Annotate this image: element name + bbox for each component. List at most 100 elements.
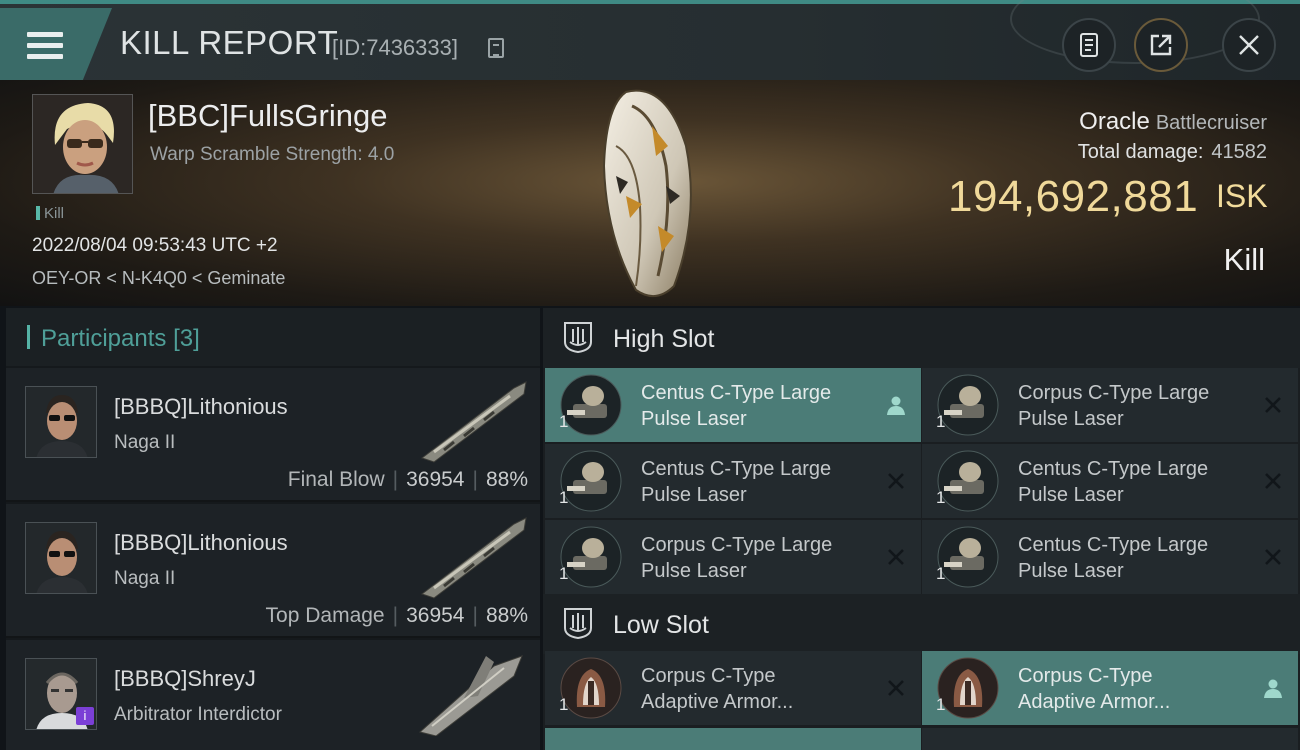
high-slot-header: High Slot xyxy=(543,308,1300,368)
close-button[interactable] xyxy=(1222,18,1276,72)
module-quantity: 1 xyxy=(936,488,946,507)
module-name-line-1: Centus C-Type Large xyxy=(1018,534,1209,556)
module-item[interactable]: 1 Centus C-Type Large Pulse Laser xyxy=(922,520,1298,594)
header-accent-bar xyxy=(27,325,30,349)
victim-ship[interactable]: Oracle Battlecruiser xyxy=(1079,108,1267,136)
module-name-line-1: Corpus C-Type xyxy=(1018,665,1153,687)
participants-title: Participants [3] xyxy=(41,325,200,353)
armor-hardener-icon xyxy=(560,657,622,719)
destroyed-x-icon xyxy=(888,549,904,565)
module-name-line-2: Pulse Laser xyxy=(1018,408,1124,430)
participant-row[interactable]: i [BBBQ]ShreyJ Arbitrator Interdictor xyxy=(6,640,540,750)
module-name-line-2: Pulse Laser xyxy=(641,560,747,582)
participant-damage-percent: 88% xyxy=(485,604,528,627)
module-name: Corpus C-Type Adaptive Armor... xyxy=(641,663,881,715)
module-item-partial[interactable] xyxy=(922,728,1298,750)
kill-summary-banner: [BBC]FullsGringe Warp Scramble Strength:… xyxy=(0,80,1300,306)
module-quantity: 1 xyxy=(559,564,569,583)
module-name: Centus C-Type Large Pulse Laser xyxy=(641,456,881,508)
module-quantity: 1 xyxy=(559,412,569,431)
participant-name[interactable]: [BBBQ]Lithonious xyxy=(114,530,288,556)
module-quantity: 1 xyxy=(559,488,569,507)
participant-avatar[interactable] xyxy=(25,522,97,594)
document-icon xyxy=(1080,33,1098,57)
participants-label: Participants xyxy=(41,325,167,352)
module-item[interactable]: 1 Centus C-Type Large Pulse Laser xyxy=(545,368,921,442)
module-name: Corpus C-Type Adaptive Armor... xyxy=(1018,663,1258,715)
module-name-line-2: Pulse Laser xyxy=(1018,560,1124,582)
low-slot-header: Low Slot xyxy=(543,594,1300,654)
pulse-laser-icon xyxy=(937,526,999,588)
destroyed-x-icon xyxy=(888,680,904,696)
kill-location[interactable]: OEY-OR < N-K4Q0 < Geminate xyxy=(32,268,285,289)
participant-stats: Final Blow | 36954 | 88% xyxy=(287,468,528,491)
kill-result-label: Kill xyxy=(1223,242,1265,277)
pulse-laser-icon xyxy=(560,450,622,512)
module-quantity: 1 xyxy=(936,412,946,431)
victim-name[interactable]: [BBC]FullsGringe xyxy=(148,98,387,134)
warp-scramble-strength: Warp Scramble Strength: 4.0 xyxy=(150,144,395,165)
module-name-line-2: Pulse Laser xyxy=(641,408,747,430)
module-name-line-2: Pulse Laser xyxy=(641,484,747,506)
final-blow-label: Final Blow xyxy=(287,468,385,491)
high-slot-title: High Slot xyxy=(613,325,715,353)
menu-button[interactable] xyxy=(0,8,112,80)
participants-count: [3] xyxy=(173,325,200,352)
participant-avatar[interactable] xyxy=(25,386,97,458)
dropped-person-icon xyxy=(887,396,905,415)
module-name-line-1: Centus C-Type Large xyxy=(1018,458,1209,480)
module-item[interactable]: 1 Corpus C-Type Large Pulse Laser xyxy=(922,368,1298,442)
module-quantity: 1 xyxy=(559,695,569,714)
pulse-laser-icon xyxy=(560,374,622,436)
copy-icon[interactable] xyxy=(488,38,504,58)
pulse-laser-icon xyxy=(560,526,622,588)
share-button[interactable] xyxy=(1134,18,1188,72)
module-item[interactable]: 1 Centus C-Type Large Pulse Laser xyxy=(922,444,1298,518)
kill-tag: Kill xyxy=(36,205,64,222)
isk-value: 194,692,881 xyxy=(948,172,1199,221)
report-id: [ID:7436333] xyxy=(332,35,458,60)
participant-name[interactable]: [BBBQ]Lithonious xyxy=(114,394,288,420)
participant-row[interactable]: [BBBQ]Lithonious Naga II Final Blow | 3695… xyxy=(6,368,540,502)
fitting-panel: High Slot 1 Centus C-Type Large Pulse Las… xyxy=(543,308,1300,750)
pilot-portrait-image xyxy=(26,523,96,593)
module-item[interactable]: 1 Corpus C-Type Adaptive Armor... xyxy=(545,651,921,725)
module-name-line-1: Corpus C-Type xyxy=(641,665,776,687)
share-icon xyxy=(1150,34,1172,56)
module-quantity: 1 xyxy=(936,564,946,583)
module-item-partial[interactable] xyxy=(545,728,921,750)
pulse-laser-icon xyxy=(937,374,999,436)
module-name: Corpus C-Type Large Pulse Laser xyxy=(1018,380,1258,432)
info-badge: i xyxy=(76,707,94,725)
participant-stats: Top Damage | 36954 | 88% xyxy=(265,604,528,627)
close-icon xyxy=(1239,35,1259,55)
participants-header: Participants [3] xyxy=(6,308,540,366)
module-item[interactable]: 1 Corpus C-Type Large Pulse Laser xyxy=(545,520,921,594)
destroyed-x-icon xyxy=(888,473,904,489)
module-name: Centus C-Type Large Pulse Laser xyxy=(1018,456,1258,508)
participant-ship: Arbitrator Interdictor xyxy=(114,704,282,725)
high-slot-icon xyxy=(564,322,592,354)
isk-unit: ISK xyxy=(1216,178,1268,214)
report-document-button[interactable] xyxy=(1062,18,1116,72)
pilot-portrait-image xyxy=(26,387,96,457)
module-item[interactable]: 1 Corpus C-Type Adaptive Armor... xyxy=(922,651,1298,725)
module-name-line-2: Pulse Laser xyxy=(1018,484,1124,506)
armor-hardener-icon xyxy=(937,657,999,719)
hamburger-icon xyxy=(27,32,63,60)
module-name: Corpus C-Type Large Pulse Laser xyxy=(641,532,881,584)
total-damage-label: Total damage: xyxy=(1077,141,1204,163)
participant-avatar[interactable]: i xyxy=(25,658,97,730)
kill-report-header: KILL REPORT [ID:7436333] xyxy=(0,0,1300,80)
arbitrator-ship-image xyxy=(418,655,523,736)
module-item[interactable]: 1 Centus C-Type Large Pulse Laser xyxy=(545,444,921,518)
participant-damage-percent: 88% xyxy=(485,468,528,491)
participant-name[interactable]: [BBBQ]ShreyJ xyxy=(114,666,256,692)
module-name-line-2: Adaptive Armor... xyxy=(1018,691,1171,713)
participant-row[interactable]: [BBBQ]Lithonious Naga II Top Damage | 3695… xyxy=(6,504,540,638)
victim-portrait[interactable] xyxy=(32,94,133,194)
module-name: Centus C-Type Large Pulse Laser xyxy=(641,380,881,432)
page-title: KILL REPORT xyxy=(120,24,339,61)
naga-ship-image xyxy=(420,517,527,599)
low-slot-title: Low Slot xyxy=(613,611,709,639)
